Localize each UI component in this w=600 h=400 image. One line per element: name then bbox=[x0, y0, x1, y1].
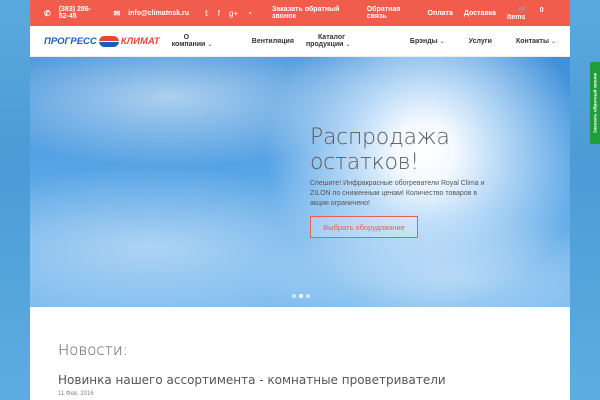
callback-side-tab[interactable]: Заказать обратный звонок bbox=[590, 62, 600, 144]
cart-link[interactable]: 🛒 0 Items bbox=[507, 6, 558, 21]
rss-icon[interactable]: ◔ bbox=[247, 9, 252, 18]
email-link[interactable]: ✉ info@climatnsk.ru bbox=[113, 9, 197, 18]
callback-link[interactable]: Заказать обратный звонок bbox=[272, 6, 356, 20]
slider-dots bbox=[292, 294, 313, 298]
feedback-link[interactable]: Обратная связь bbox=[367, 6, 417, 20]
contact-info: ✆ (383) 286-52-45 ✉ info@climatnsk.ru bbox=[44, 6, 205, 20]
cart-icon: 🛒 bbox=[518, 6, 527, 14]
twitter-icon[interactable]: 𝕥 bbox=[205, 9, 209, 18]
nav-item-ventilation[interactable]: Вентиляция bbox=[240, 38, 294, 45]
slider-dot-3[interactable] bbox=[306, 294, 310, 298]
slider-dot-1[interactable] bbox=[292, 294, 296, 298]
top-links: Заказать обратный звонок Обратная связь … bbox=[261, 6, 558, 21]
news-item-date: 11 Фев, 2016 bbox=[58, 391, 94, 397]
header: ПРОГРЕСС КЛИМАТ О компании ⌄ Вентиляция К… bbox=[30, 26, 570, 57]
logo-mark-icon bbox=[98, 35, 119, 47]
logo[interactable]: ПРОГРЕСС КЛИМАТ bbox=[44, 35, 160, 47]
delivery-link[interactable]: Доставка bbox=[464, 10, 496, 17]
nav-item-label: О компании bbox=[171, 34, 206, 48]
nav-item-label: Вентиляция bbox=[251, 37, 294, 45]
nav-item-services[interactable]: Услуги bbox=[457, 38, 492, 45]
facebook-icon[interactable]: f bbox=[218, 9, 220, 18]
logo-word-1: ПРОГРЕСС bbox=[44, 35, 97, 47]
social-links: 𝕥 f g+ ◔ bbox=[205, 9, 261, 18]
choose-equipment-button[interactable]: Выбрать оборудование bbox=[310, 216, 418, 238]
page: ✆ (383) 286-52-45 ✉ info@climatnsk.ru 𝕥 … bbox=[30, 0, 570, 400]
nav-item-label: Услуги bbox=[468, 37, 492, 45]
nav-item-label: Брэнды bbox=[409, 37, 438, 45]
main-nav: О компании ⌄ Вентиляция Каталог продукции… bbox=[160, 34, 556, 48]
hero-title: Распродажа остатков! bbox=[310, 125, 510, 175]
envelope-icon: ✉ bbox=[113, 8, 121, 18]
payment-link[interactable]: Оплата bbox=[428, 10, 453, 17]
phone-link[interactable]: ✆ (383) 286-52-45 bbox=[44, 6, 105, 20]
nav-item-catalog[interactable]: Каталог продукции ⌄ bbox=[306, 34, 386, 48]
hero-description: Спешите! Инфракрасные обогреватели Royal… bbox=[310, 180, 485, 207]
slider-dot-2[interactable] bbox=[299, 294, 303, 298]
nav-item-contacts[interactable]: Контакты ⌄ bbox=[504, 38, 556, 45]
phone-icon: ✆ bbox=[44, 8, 51, 18]
chevron-down-icon: ⌄ bbox=[439, 38, 445, 45]
hero-title-line-2: остатков! bbox=[310, 150, 419, 175]
nav-item-brands[interactable]: Брэнды ⌄ bbox=[398, 38, 445, 45]
chevron-down-icon: ⌄ bbox=[207, 42, 213, 48]
hero-slider: Распродажа остатков! Спешите! Инфракрасн… bbox=[30, 57, 570, 307]
nav-item-label: Контакты bbox=[515, 37, 549, 45]
chevron-down-icon: ⌄ bbox=[345, 42, 351, 48]
top-bar: ✆ (383) 286-52-45 ✉ info@climatnsk.ru 𝕥 … bbox=[30, 0, 570, 26]
phone-text: (383) 286-52-45 bbox=[58, 6, 91, 20]
logo-word-2: КЛИМАТ bbox=[120, 35, 160, 47]
nav-item-about[interactable]: О компании ⌄ bbox=[172, 34, 228, 48]
email-text: info@climatnsk.ru bbox=[128, 9, 190, 17]
chevron-down-icon: ⌄ bbox=[550, 38, 556, 45]
hero-title-line-1: Распродажа bbox=[310, 125, 450, 150]
nav-item-label: Каталог продукции bbox=[305, 34, 346, 48]
google-plus-icon[interactable]: g+ bbox=[229, 9, 238, 18]
news-heading: Новости: bbox=[58, 341, 128, 359]
news-item-title[interactable]: Новинка нашего ассортимента - комнатные … bbox=[58, 373, 446, 387]
